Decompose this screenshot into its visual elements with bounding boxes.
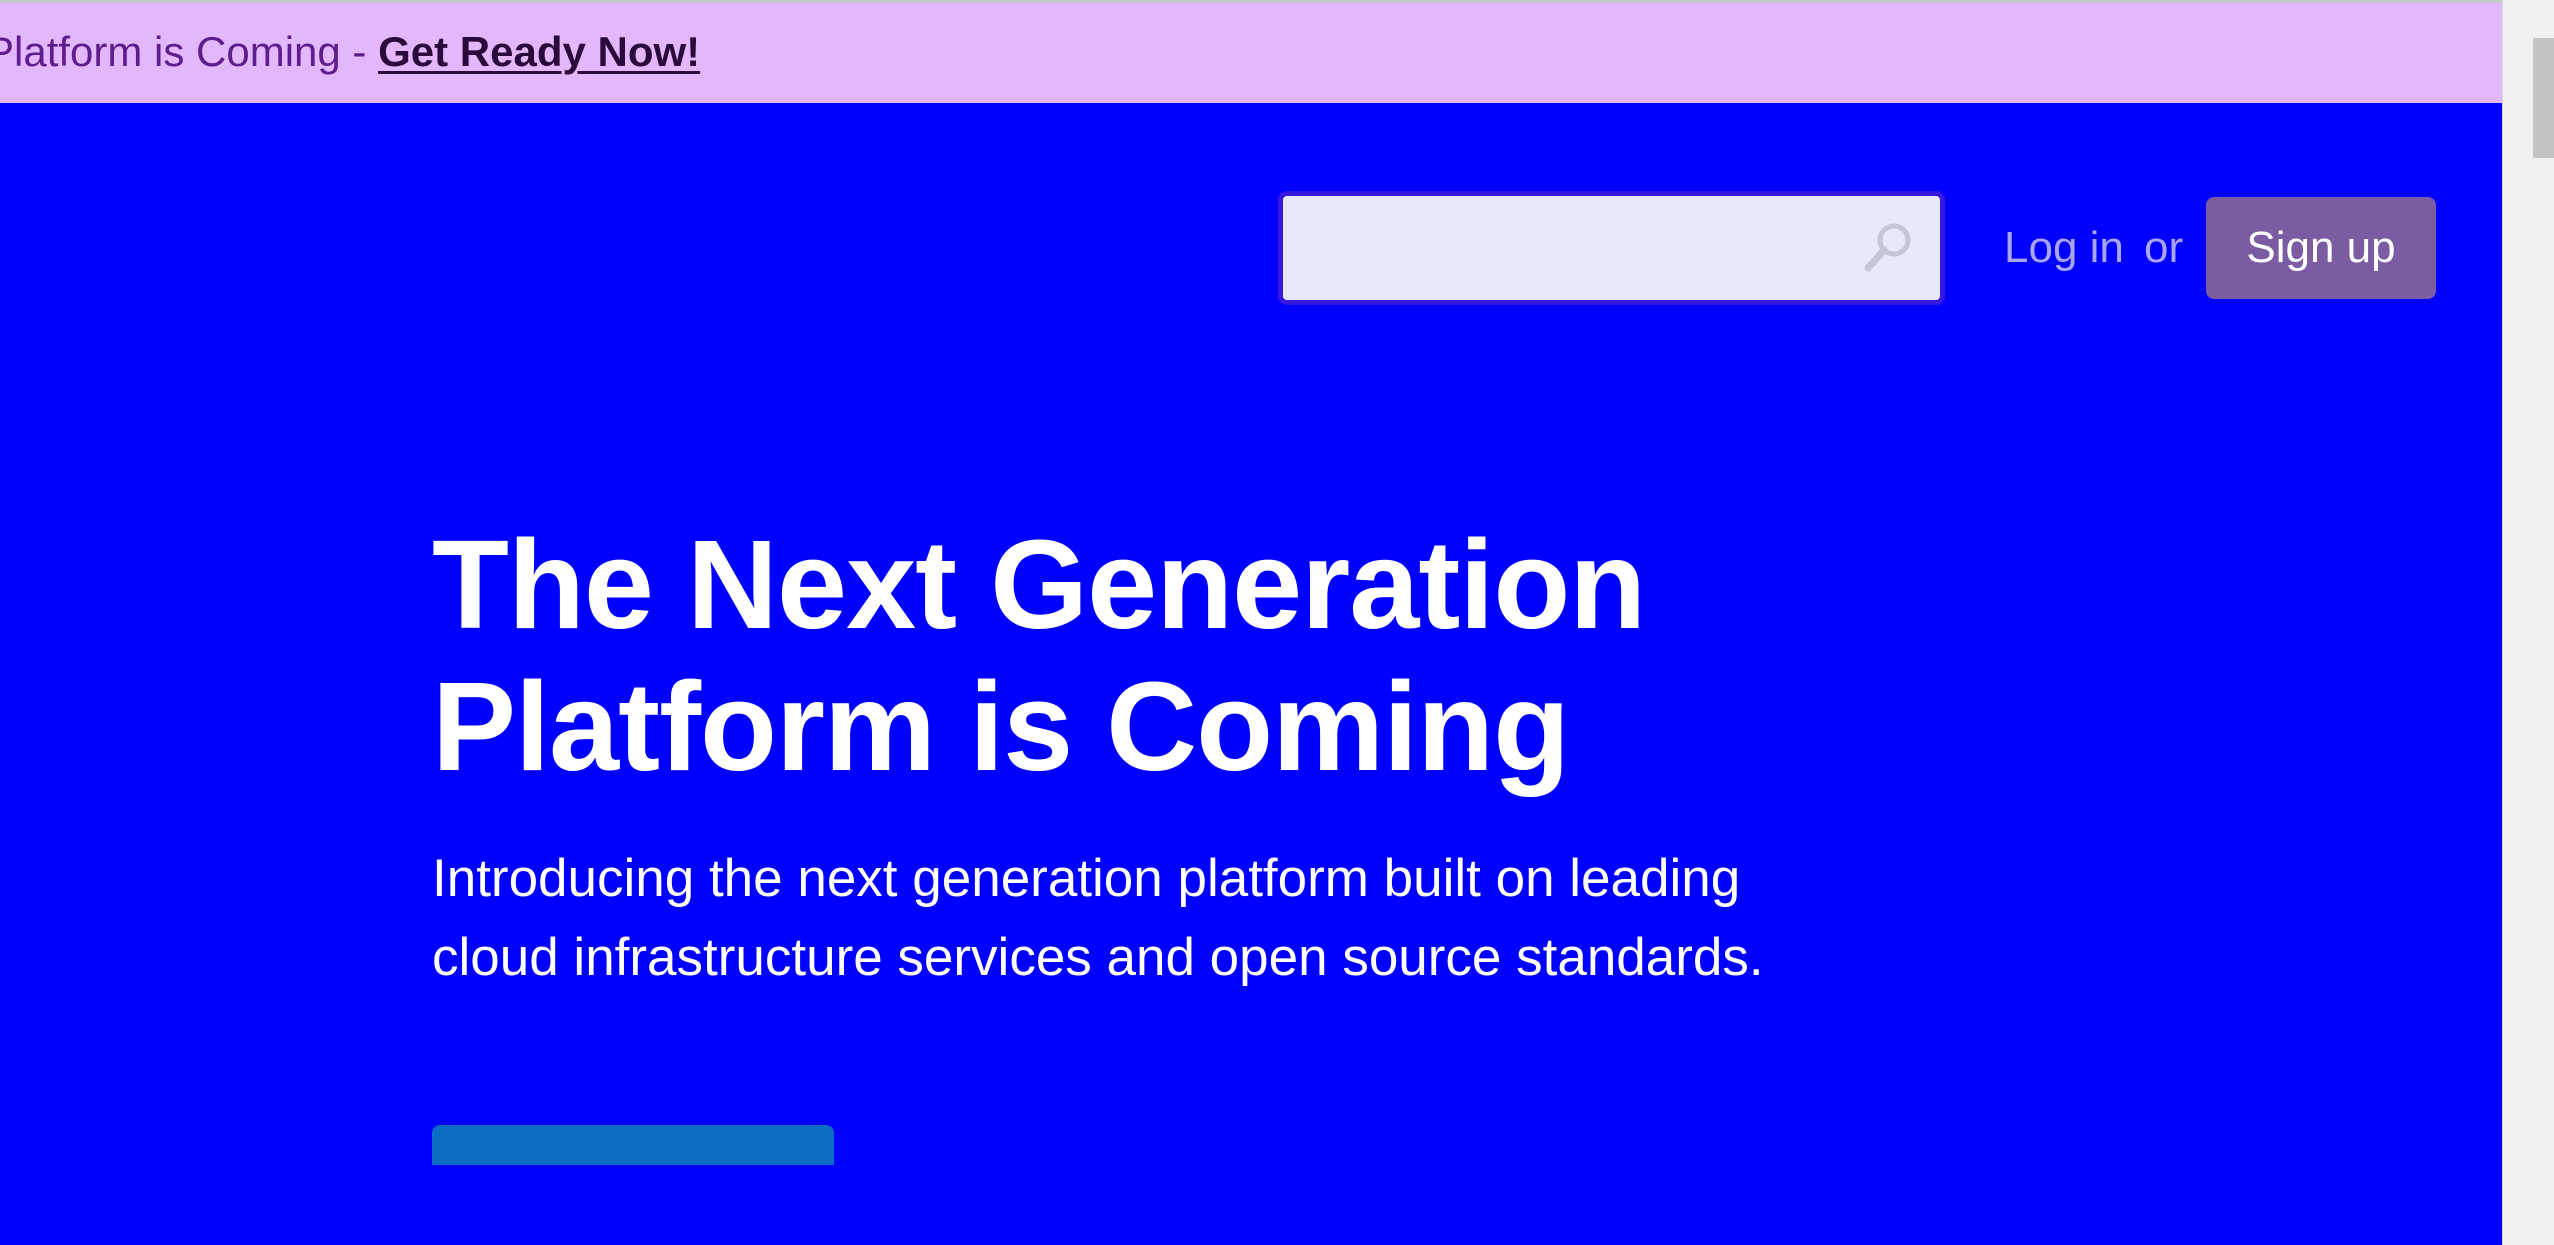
announcement-text: Platform is Coming - xyxy=(0,28,379,75)
page-viewport: Platform is Coming - Get Ready Now! Log … xyxy=(0,0,2502,1245)
get-ready-link[interactable]: Get Ready Now! xyxy=(378,28,700,75)
hero-title: The Next Generation Platform is Coming xyxy=(432,514,1646,797)
scrollbar-thumb[interactable] xyxy=(2533,38,2554,158)
announcement-content: Platform is Coming - Get Ready Now! xyxy=(0,26,700,78)
search-input[interactable] xyxy=(1295,206,1859,292)
search-icon[interactable] xyxy=(1858,218,1918,278)
window-top-edge xyxy=(0,0,2502,3)
hero-description: Introducing the next generation platform… xyxy=(432,849,1764,987)
login-link[interactable]: Log in xyxy=(2004,215,2124,281)
announcement-banner: Platform is Coming - Get Ready Now! xyxy=(0,0,2502,103)
hero-cta-button[interactable] xyxy=(432,1125,834,1165)
signup-button[interactable]: Sign up xyxy=(2206,197,2436,299)
vertical-scrollbar[interactable] xyxy=(2502,0,2554,1245)
search-box[interactable] xyxy=(1278,191,1945,305)
or-separator: or xyxy=(2144,223,2184,272)
